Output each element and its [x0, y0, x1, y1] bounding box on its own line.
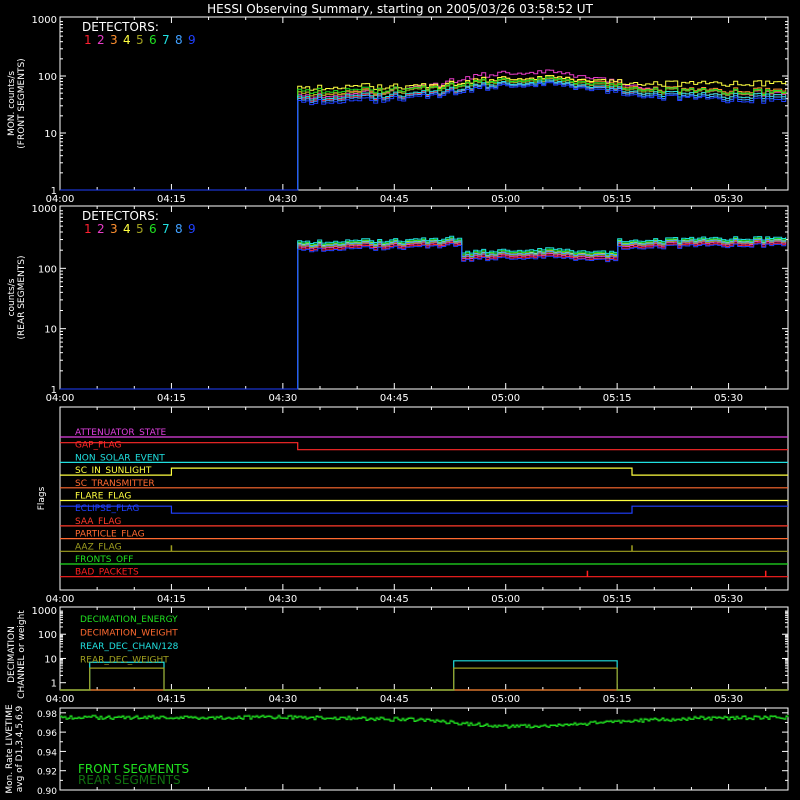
rear-detector-series [60, 235, 787, 390]
rear-legend-label: 2 [97, 222, 105, 236]
decimation-x-tick-label: 05:30 [714, 694, 743, 705]
livetime-y-axis-subtitle: avg of D1,3,4,5,6,9 [15, 705, 25, 792]
rear-legend-label: 6 [149, 222, 157, 236]
decimation-y-tick-label: 100 [38, 630, 57, 641]
decimation-x-tick-label: 05:15 [603, 694, 632, 705]
front-x-tick-label: 05:15 [603, 194, 632, 205]
flags-x-tick-label: 05:00 [491, 594, 520, 605]
front-legend-label: 8 [175, 33, 183, 47]
rear-x-tick-label: 04:30 [268, 393, 297, 404]
rear-y-tick-label: 1000 [32, 204, 57, 215]
rear-detector-series [60, 237, 787, 390]
decimation-series [60, 660, 788, 691]
rear-legend-label: 5 [136, 222, 144, 236]
decimation-legend-label: REAR_DEC_WEIGHT [80, 656, 169, 666]
rear-x-tick-label: 04:45 [380, 393, 409, 404]
flag-line [60, 505, 788, 514]
figure-title: HESSI Observing Summary, starting on 200… [207, 2, 593, 16]
rear-legend-label: 9 [188, 222, 196, 236]
decimation-legend-label: REAR_DEC_CHAN/128 [80, 642, 179, 652]
rear-x-tick-label: 05:15 [603, 393, 632, 404]
rear-detector-series [60, 242, 787, 390]
rear-y-tick-label: 100 [38, 264, 57, 275]
rear-detector-series [60, 239, 787, 390]
decimation-x-tick-label: 04:30 [268, 694, 297, 705]
livetime-y-tick-label: 0.96 [37, 729, 57, 739]
front-y-axis-title: MON. counts/s [7, 71, 17, 136]
flag-line [60, 467, 788, 476]
rear-legend-label: 8 [175, 222, 183, 236]
decimation-y-tick-label: 1000 [32, 606, 57, 617]
rear-detector-series [60, 239, 787, 390]
front-legend-label: 9 [188, 33, 196, 47]
flags-x-tick-label: 05:30 [714, 594, 743, 605]
rear-legend-label: 4 [123, 222, 131, 236]
flag-line [60, 442, 788, 451]
front-detector-series [60, 79, 787, 191]
front-y-tick-label: 100 [38, 72, 57, 83]
front-legend-label: 2 [97, 33, 105, 47]
front-y-axis-subtitle: (FRONT SEGMENTS) [17, 58, 27, 148]
front-detector-series [60, 82, 787, 191]
livetime-y-tick-label: 0.94 [37, 748, 57, 758]
rear-legend-label: 1 [84, 222, 92, 236]
rear-y-axis-subtitle: (REAR SEGMENTS) [17, 255, 27, 339]
decimation-legend-label: DECIMATION_ENERGY [80, 615, 178, 625]
flags-x-tick-label: 04:30 [268, 594, 297, 605]
front-y-tick-label: 1000 [32, 15, 57, 26]
flags-x-tick-label: 04:45 [380, 594, 409, 605]
rear-x-tick-label: 04:15 [157, 393, 186, 404]
livetime-y-axis-title: Mon. Rate LIVETIME [5, 704, 15, 794]
hessi-summary-figure: HESSI Observing Summary, starting on 200… [5, 2, 789, 797]
front-x-tick-label: 05:30 [714, 194, 743, 205]
rear-detector-series [60, 243, 787, 390]
flags-x-tick-label: 05:15 [603, 594, 632, 605]
front-legend-label: 4 [123, 33, 131, 47]
front-x-tick-label: 04:15 [157, 194, 186, 205]
decimation-x-tick-label: 04:15 [157, 694, 186, 705]
rear-x-tick-label: 05:00 [491, 393, 520, 404]
rear-legend-label: 3 [110, 222, 118, 236]
front-legend-label: 6 [149, 33, 157, 47]
decimation-legend-label: DECIMATION_WEIGHT [80, 629, 178, 639]
flags-x-tick-label: 04:00 [46, 594, 75, 605]
front-legend-label: 3 [110, 33, 118, 47]
front-legend-label: 1 [84, 33, 92, 47]
flags-y-axis-title: Flags [37, 486, 47, 510]
decimation-y-axis-subtitle: CHANNEL or weight [17, 610, 27, 699]
rear-y-axis-title: counts/s [7, 278, 17, 316]
decimation-series [60, 667, 788, 691]
front-y-tick-label: 1 [51, 186, 57, 197]
rear-detector-series [60, 238, 787, 390]
livetime-legend-label: REAR SEGMENTS [78, 773, 181, 787]
rear-detector-series [60, 240, 787, 390]
livetime-y-tick-label: 0.92 [37, 768, 57, 778]
front-x-tick-label: 04:30 [268, 194, 297, 205]
flags-plot-frame [59, 406, 789, 591]
rear-detector-series [60, 238, 787, 390]
decimation-y-axis-title: DECIMATION [7, 626, 17, 683]
front-x-tick-label: 05:00 [491, 194, 520, 205]
front-detector-series [60, 79, 787, 191]
livetime-y-tick-label: 0.98 [37, 710, 57, 720]
livetime-y-tick-label: 0.90 [37, 787, 57, 797]
rear-y-tick-label: 1 [51, 385, 57, 396]
flags-x-tick-label: 04:15 [157, 594, 186, 605]
front-detector-series [60, 80, 787, 191]
decimation-x-tick-label: 04:45 [380, 694, 409, 705]
decimation-y-tick-label: 1 [51, 679, 57, 690]
front-legend-label: 7 [162, 33, 170, 47]
front-x-tick-label: 04:45 [380, 194, 409, 205]
rear-y-tick-label: 10 [44, 325, 57, 336]
rear-legend-title: DETECTORS: [82, 209, 159, 223]
decimation-x-tick-label: 05:00 [491, 694, 520, 705]
front-legend-label: 5 [136, 33, 144, 47]
decimation-x-tick-label: 04:00 [46, 694, 75, 705]
decimation-y-tick-label: 10 [44, 654, 57, 665]
rear-legend-label: 7 [162, 222, 170, 236]
rear-x-tick-label: 05:30 [714, 393, 743, 404]
front-legend-title: DETECTORS: [82, 20, 159, 34]
front-y-tick-label: 10 [44, 129, 57, 140]
